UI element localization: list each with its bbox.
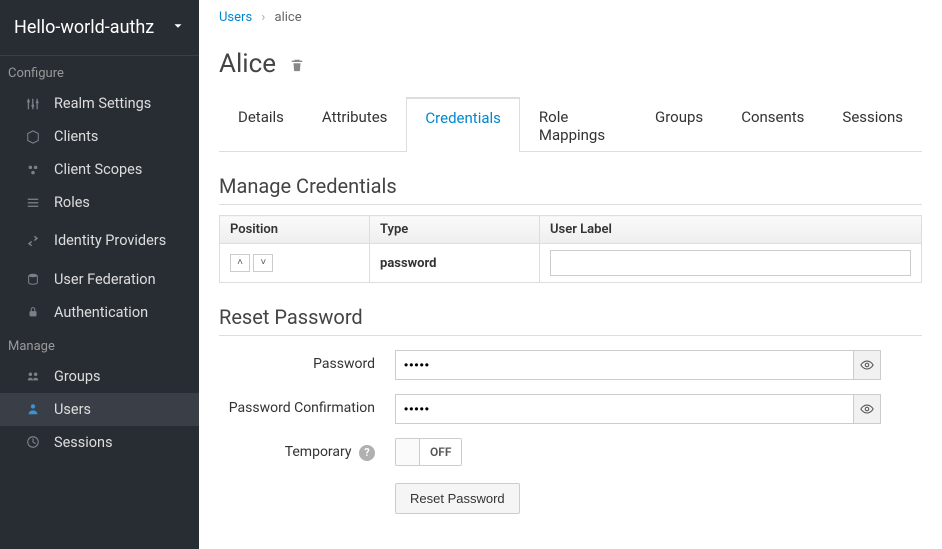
nav-label: Identity Providers bbox=[54, 227, 191, 255]
password-label: Password bbox=[219, 350, 395, 372]
group-icon bbox=[26, 369, 50, 383]
list-icon bbox=[26, 196, 50, 210]
nav-label: Sessions bbox=[54, 434, 113, 451]
delete-user-button[interactable] bbox=[290, 49, 304, 79]
nav-identity-providers[interactable]: Identity Providers bbox=[0, 219, 199, 263]
col-user-label: User Label bbox=[540, 216, 922, 244]
breadcrumb-current: alice bbox=[275, 10, 302, 25]
breadcrumb: Users › alice bbox=[219, 0, 922, 31]
nav-label: Groups bbox=[54, 368, 101, 385]
password-confirm-row: Password Confirmation bbox=[219, 394, 922, 424]
nav-label: Roles bbox=[54, 194, 90, 211]
toggle-knob bbox=[396, 439, 420, 465]
tab-sessions[interactable]: Sessions bbox=[823, 97, 922, 152]
tabs: Details Attributes Credentials Role Mapp… bbox=[219, 97, 922, 152]
eye-icon bbox=[860, 358, 874, 372]
table-row: ˄ ˅ password bbox=[220, 244, 922, 283]
nav-label: Client Scopes bbox=[54, 161, 142, 178]
nav-sessions[interactable]: Sessions bbox=[0, 426, 199, 459]
tab-role-mappings[interactable]: Role Mappings bbox=[520, 97, 636, 152]
nav-realm-settings[interactable]: Realm Settings bbox=[0, 87, 199, 120]
nav-user-federation[interactable]: User Federation bbox=[0, 263, 199, 296]
password-row: Password bbox=[219, 350, 922, 380]
realm-name: Hello-world-authz bbox=[14, 17, 154, 38]
chevron-right-icon: › bbox=[261, 10, 265, 25]
nav-label: Users bbox=[54, 401, 91, 418]
tab-attributes[interactable]: Attributes bbox=[303, 97, 407, 152]
user-label-cell bbox=[540, 244, 922, 283]
sidebar-section-manage: Manage bbox=[0, 329, 199, 360]
password-confirm-input[interactable] bbox=[395, 394, 853, 424]
nav-label: User Federation bbox=[54, 271, 156, 288]
temporary-row: Temporary ? OFF bbox=[219, 438, 922, 469]
toggle-confirm-visibility-button[interactable] bbox=[853, 394, 881, 424]
position-cell: ˄ ˅ bbox=[220, 244, 370, 283]
title-text: Alice bbox=[219, 49, 276, 79]
nav-roles[interactable]: Roles bbox=[0, 186, 199, 219]
breadcrumb-users-link[interactable]: Users bbox=[219, 10, 252, 25]
sidebar-section-configure: Configure bbox=[0, 56, 199, 87]
nav-client-scopes[interactable]: Client Scopes bbox=[0, 153, 199, 186]
type-value: password bbox=[380, 256, 436, 271]
realm-selector[interactable]: Hello-world-authz bbox=[0, 0, 199, 56]
database-icon bbox=[26, 272, 50, 286]
nav-groups[interactable]: Groups bbox=[0, 360, 199, 393]
main-content: Users › alice Alice Details Attributes C… bbox=[199, 0, 942, 549]
eye-icon bbox=[860, 402, 874, 416]
table-header-row: Position Type User Label bbox=[220, 216, 922, 244]
tab-groups[interactable]: Groups bbox=[636, 97, 722, 152]
nav-clients[interactable]: Clients bbox=[0, 120, 199, 153]
password-confirm-label: Password Confirmation bbox=[219, 394, 395, 416]
cube-icon bbox=[26, 130, 50, 144]
sidebar: Hello-world-authz Configure Realm Settin… bbox=[0, 0, 199, 549]
move-up-button[interactable]: ˄ bbox=[230, 254, 250, 272]
user-label-input[interactable] bbox=[550, 250, 911, 276]
manage-credentials-heading: Manage Credentials bbox=[219, 174, 922, 205]
tab-consents[interactable]: Consents bbox=[722, 97, 823, 152]
credentials-table: Position Type User Label ˄ ˅ password bbox=[219, 215, 922, 283]
user-icon bbox=[26, 402, 50, 416]
tab-credentials[interactable]: Credentials bbox=[406, 97, 519, 152]
tab-details[interactable]: Details bbox=[219, 97, 303, 152]
help-icon[interactable]: ? bbox=[359, 445, 375, 461]
reset-password-button[interactable]: Reset Password bbox=[395, 483, 520, 514]
toggle-password-visibility-button[interactable] bbox=[853, 350, 881, 380]
page-title: Alice bbox=[219, 49, 922, 79]
reset-button-row: Reset Password bbox=[219, 483, 922, 514]
lock-icon bbox=[26, 305, 50, 319]
col-position: Position bbox=[220, 216, 370, 244]
toggle-state: OFF bbox=[420, 439, 461, 465]
nav-label: Authentication bbox=[54, 304, 148, 321]
nav-label: Clients bbox=[54, 128, 98, 145]
reset-password-heading: Reset Password bbox=[219, 305, 922, 336]
chevron-down-icon bbox=[171, 17, 185, 38]
nav-label: Realm Settings bbox=[54, 95, 151, 112]
temporary-label: Temporary ? bbox=[219, 438, 395, 461]
scopes-icon bbox=[26, 163, 50, 177]
password-input[interactable] bbox=[395, 350, 853, 380]
exchange-icon bbox=[26, 234, 50, 248]
move-down-button[interactable]: ˅ bbox=[253, 254, 273, 272]
temporary-toggle[interactable]: OFF bbox=[395, 438, 462, 466]
sliders-icon bbox=[26, 97, 50, 111]
col-type: Type bbox=[370, 216, 540, 244]
temporary-label-text: Temporary bbox=[285, 444, 352, 460]
nav-authentication[interactable]: Authentication bbox=[0, 296, 199, 329]
type-cell: password bbox=[370, 244, 540, 283]
clock-icon bbox=[26, 435, 50, 449]
nav-users[interactable]: Users bbox=[0, 393, 199, 426]
